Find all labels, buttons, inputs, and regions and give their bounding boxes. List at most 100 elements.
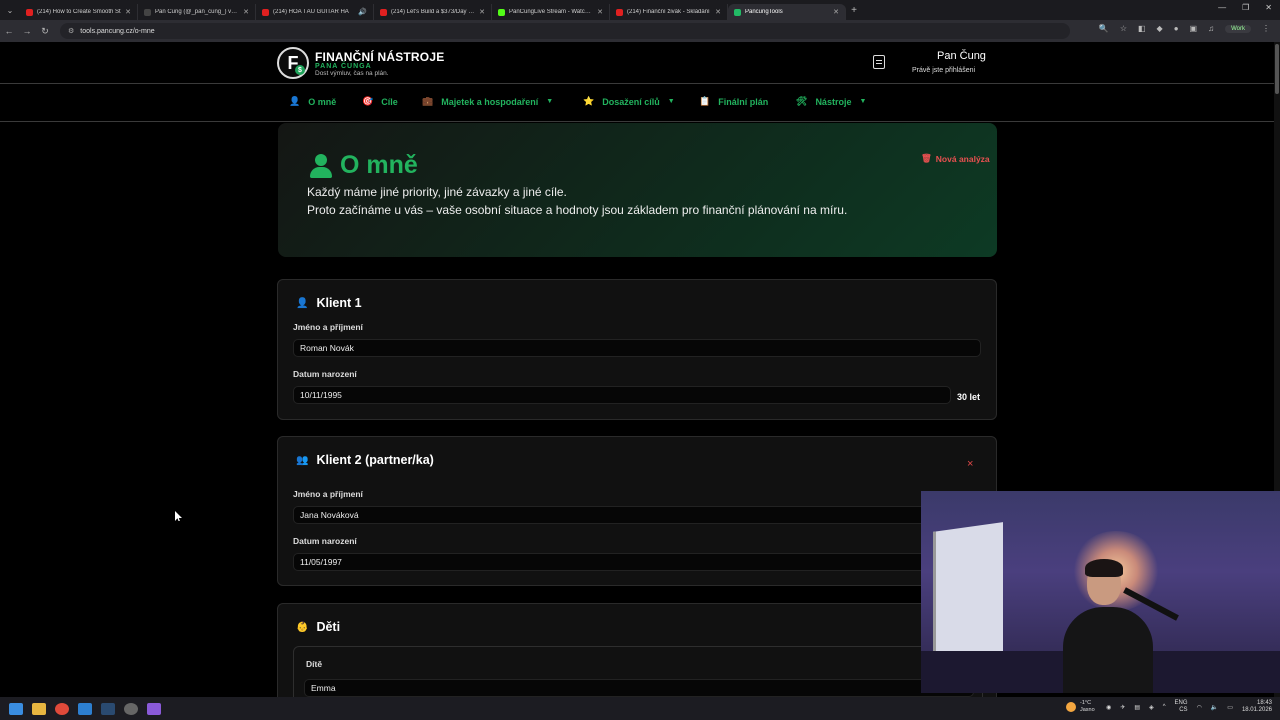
steam-icon[interactable]: [101, 702, 115, 715]
clock[interactable]: 18:43 18.01.2026: [1242, 700, 1272, 714]
clipboard-icon: 📋: [699, 96, 711, 106]
logo-text: FINANČNÍ NÁSTROJE PANA ČUNGA Dost výmluv…: [315, 49, 445, 77]
hero-banner: O mně Každý máme jiné priority, jiné záv…: [278, 123, 997, 257]
tray-icon[interactable]: ◉: [1106, 704, 1111, 711]
speaker-icon[interactable]: 🔊: [358, 8, 367, 16]
app-icon[interactable]: [147, 702, 161, 715]
client2-dob-input[interactable]: [293, 553, 981, 571]
url-field[interactable]: ⚙ tools.pancung.cz/o-mne: [60, 23, 1070, 39]
browser-tab[interactable]: (214) Finanční živák - Skládání ✕: [610, 4, 728, 20]
card-title: 👶 Děti: [296, 620, 341, 634]
child-name-input[interactable]: [304, 679, 974, 697]
extension-icon[interactable]: ●: [1174, 24, 1179, 33]
minimize-icon[interactable]: —: [1218, 3, 1226, 12]
back-icon[interactable]: ←: [0, 26, 18, 36]
tray-chevron-icon[interactable]: ^: [1163, 704, 1166, 710]
children-card: 👶 Děti Dítě: [277, 603, 997, 716]
puzzle-icon[interactable]: ▣: [1190, 24, 1198, 33]
nav-item-o-mne[interactable]: 👤 O mně: [289, 96, 336, 107]
chrome-icon[interactable]: [55, 702, 69, 715]
close-window-icon[interactable]: ✕: [1265, 3, 1272, 12]
extension-icon[interactable]: ◧: [1138, 24, 1146, 33]
browser-tab[interactable]: (214) Let's Build a $373/Day Bu ✕: [374, 4, 492, 20]
dob-label: Datum narození: [293, 369, 357, 379]
close-tab-icon[interactable]: ✕: [243, 8, 249, 16]
wifi-icon[interactable]: ◠: [1197, 704, 1202, 711]
new-tab-icon[interactable]: +: [846, 5, 862, 16]
menu-dots-icon[interactable]: ⋮: [1262, 24, 1270, 33]
close-tab-icon[interactable]: ✕: [479, 8, 485, 16]
streamer-hair: [1085, 559, 1123, 577]
browser-tab[interactable]: (214) HÒA TẤU GUITAR HA 🔊: [256, 4, 374, 20]
browser-tab-bar: ⌄ (214) How to Create Smooth St ✕ Pan Čun…: [0, 0, 1280, 20]
tab-search-icon[interactable]: ⌄: [0, 6, 20, 15]
profile-chip[interactable]: Work: [1225, 24, 1251, 33]
chevron-down-icon: ▼: [667, 98, 675, 105]
streamer-body: [1063, 607, 1153, 693]
zoom-icon[interactable]: 🔍: [1099, 24, 1109, 33]
browser-tab[interactable]: PanCungLive Stream - Watch Li ✕: [492, 4, 610, 20]
site-header: F $ FINANČNÍ NÁSTROJE PANA ČUNGA Dost vým…: [0, 42, 1280, 84]
app-icon[interactable]: [78, 702, 92, 715]
maximize-icon[interactable]: ❐: [1242, 3, 1249, 12]
extension-icon[interactable]: ◆: [1157, 24, 1163, 33]
scrollbar-thumb[interactable]: [1275, 44, 1279, 94]
star-icon: ⭐: [583, 96, 595, 106]
forward-icon[interactable]: →: [18, 26, 36, 36]
close-tab-icon[interactable]: ✕: [597, 8, 603, 16]
name-label: Jméno a příjmení: [293, 489, 363, 499]
nav-item-finalni-plan[interactable]: 📋 Finální plán: [699, 96, 768, 107]
kick-favicon-icon: [498, 8, 505, 16]
child-label: Dítě: [306, 659, 323, 669]
browser-tab[interactable]: Pan Čung (@_pan_cung_) vysíl ✕: [138, 4, 256, 20]
url-text: tools.pancung.cz/o-mne: [80, 27, 155, 35]
person-icon: 👤: [289, 96, 301, 106]
new-analysis-button[interactable]: 🗑 Nová analýza: [921, 153, 990, 164]
remove-partner-button[interactable]: ×: [967, 458, 973, 470]
dollar-icon: $: [295, 65, 305, 75]
browser-tab-active[interactable]: PancungTools ✕: [728, 4, 846, 20]
person-icon: 👤: [296, 297, 309, 309]
app-icon[interactable]: [124, 702, 138, 715]
site-logo[interactable]: F $ FINANČNÍ NÁSTROJE PANA ČUNGA Dost vým…: [277, 47, 444, 79]
bookmark-star-icon[interactable]: ☆: [1120, 24, 1127, 33]
tray-icon[interactable]: ◈: [1149, 704, 1154, 711]
battery-icon[interactable]: ▭: [1227, 704, 1233, 711]
nav-item-majetek[interactable]: 💼 Majetek a hospodaření ▼: [422, 96, 553, 107]
tray-icon[interactable]: ▤: [1134, 704, 1140, 711]
browser-tab[interactable]: (214) How to Create Smooth St ✕: [20, 4, 138, 20]
trash-icon: 🗑: [921, 153, 932, 163]
tray-icon[interactable]: ✈: [1120, 704, 1125, 711]
close-tab-icon[interactable]: ✕: [715, 8, 721, 16]
youtube-favicon-icon: [616, 8, 623, 16]
window-controls: — ❐ ✕: [1218, 3, 1272, 12]
client2-name-input[interactable]: [293, 506, 981, 524]
nav-item-cile[interactable]: 🎯 Cíle: [362, 96, 398, 107]
weather-widget[interactable]: -1°C Jasno: [1066, 700, 1095, 714]
nav-item-dosazeni-cilu[interactable]: ⭐ Dosažení cílů ▼: [583, 96, 675, 107]
client1-dob-input[interactable]: [293, 386, 951, 404]
name-label: Jméno a příjmení: [293, 322, 363, 332]
media-icon[interactable]: ♫: [1208, 24, 1214, 33]
site-info-icon[interactable]: ⚙: [68, 27, 74, 35]
os-taskbar: -1°C Jasno ◉ ✈ ▤ ◈ ^ ENG CS ◠ 🔈 ▭ 18:43 18…: [0, 697, 1280, 720]
language-indicator[interactable]: ENG CS: [1175, 700, 1188, 714]
volume-icon[interactable]: 🔈: [1211, 704, 1218, 711]
briefcase-icon: 💼: [422, 96, 434, 106]
close-tab-icon[interactable]: ✕: [125, 8, 131, 16]
client1-card: 👤 Klient 1 Jméno a příjmení Datum naroze…: [277, 279, 997, 420]
file-explorer-icon[interactable]: [32, 702, 46, 715]
client1-name-input[interactable]: [293, 339, 981, 357]
nav-item-nastroje[interactable]: 🛠 Nástroje ▼: [796, 96, 866, 107]
baby-icon: 👶: [296, 621, 309, 633]
close-tab-icon[interactable]: ✕: [833, 8, 839, 16]
document-icon[interactable]: [873, 55, 885, 69]
user-status: Právě jste přihlášeni: [912, 67, 976, 74]
chevron-down-icon: ▼: [859, 98, 867, 105]
address-bar: ← → ↻ ⚙ tools.pancung.cz/o-mne 🔍 ☆ ◧ ◆ ●…: [0, 20, 1280, 42]
page-title: O mně: [310, 151, 418, 180]
whiteboard: [933, 522, 1003, 662]
user-name[interactable]: Pan Čung: [937, 50, 986, 62]
windows-start-icon[interactable]: [9, 702, 23, 715]
reload-icon[interactable]: ↻: [36, 26, 54, 37]
